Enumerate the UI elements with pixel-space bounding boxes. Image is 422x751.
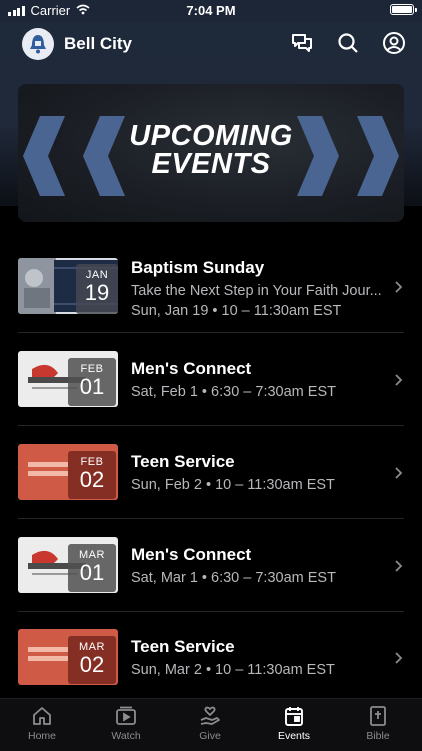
list-divider [18,611,404,612]
chevron-right-icon [395,652,403,664]
home-icon [33,707,51,725]
profile-icon[interactable] [382,31,406,55]
event-item-baptism-sunday[interactable]: JAN 19 Baptism Sunday Take the Next Step… [18,258,404,320]
list-divider [18,332,404,333]
tab-watch-label: Watch [111,730,141,742]
status-bar: Carrier 7:04 PM [0,0,422,22]
event-datetime: Sat, Mar 1 • 6:30 – 7:30am EST [131,570,336,586]
tab-events-label: Events [277,730,311,742]
event-date-badge: MAR 02 [68,636,116,684]
event-date-badge: MAR 01 [68,544,116,592]
tab-home[interactable]: Home [0,705,84,742]
event-day: 01 [79,560,105,585]
event-title: Teen Service [131,637,235,656]
brand: Bell City [22,28,132,60]
event-thumbnail: FEB 01 [18,351,118,407]
event-day: 01 [79,374,105,399]
event-day: 02 [79,652,105,677]
event-item-mens-connect-mar[interactable]: MAR 01 Men's Connect Sat, Mar 1 • 6:30 –… [18,537,404,599]
event-date-badge: FEB 01 [68,358,116,406]
chevron-right-icon [395,467,403,479]
event-datetime: Sat, Feb 1 • 6:30 – 7:30am EST [131,384,336,400]
event-day: 02 [79,467,105,492]
event-day: 19 [84,280,110,305]
chevron-right-icon [395,281,403,293]
event-thumbnail: JAN 19 [18,258,118,314]
event-item-teen-service-mar[interactable]: MAR 02 Teen Service Sun, Mar 2 • 10 – 11… [18,629,404,691]
event-title: Teen Service [131,452,235,471]
event-thumbnail: FEB 02 [18,444,118,500]
tab-give-label: Give [199,730,221,742]
event-title: Baptism Sunday [131,258,265,277]
bible-icon [370,706,386,726]
event-datetime: Sun, Jan 19 • 10 – 11:30am EST [131,303,342,319]
tab-events[interactable]: Events [252,705,336,742]
event-item-mens-connect-feb[interactable]: FEB 01 Men's Connect Sat, Feb 1 • 6:30 –… [18,351,404,413]
banner-title-line2: EVENTS [151,148,271,180]
chevron-right-icon [395,374,403,386]
tab-watch[interactable]: Watch [84,705,168,742]
upcoming-events-banner: UPCOMING EVENTS [18,84,404,222]
event-title: Men's Connect [131,545,252,564]
tab-home-label: Home [27,730,56,742]
banner-title-line1: UPCOMING [129,120,293,152]
event-date-badge: JAN 19 [76,264,118,314]
event-thumbnail: MAR 01 [18,537,118,593]
tab-bible-label: Bible [366,730,390,742]
chat-icon[interactable] [290,31,314,55]
list-divider [18,518,404,519]
list-divider [18,425,404,426]
banner-title: UPCOMING EVENTS [18,120,404,180]
status-time: 7:04 PM [186,3,236,18]
event-date-badge: FEB 02 [68,451,116,499]
event-datetime: Sun, Mar 2 • 10 – 11:30am EST [131,662,335,678]
app-name: Bell City [64,34,133,53]
event-datetime: Sun, Feb 2 • 10 – 11:30am EST [131,477,335,493]
event-thumbnail: MAR 02 [18,629,118,685]
tab-bible[interactable]: Bible [336,705,420,742]
church-logo-icon[interactable] [22,28,54,60]
watch-icon [116,706,136,725]
tab-bar: Home Watch Give Events Bible [0,698,422,751]
calendar-icon [285,707,303,726]
search-icon[interactable] [336,31,360,55]
give-icon [200,706,220,725]
tab-give[interactable]: Give [168,705,252,742]
battery-icon [390,4,417,15]
event-title: Men's Connect [131,359,252,378]
event-description: Take the Next Step in Your Faith Jour... [131,283,382,299]
event-item-teen-service-feb[interactable]: FEB 02 Teen Service Sun, Feb 2 • 10 – 11… [18,444,404,506]
chevron-right-icon [395,560,403,572]
